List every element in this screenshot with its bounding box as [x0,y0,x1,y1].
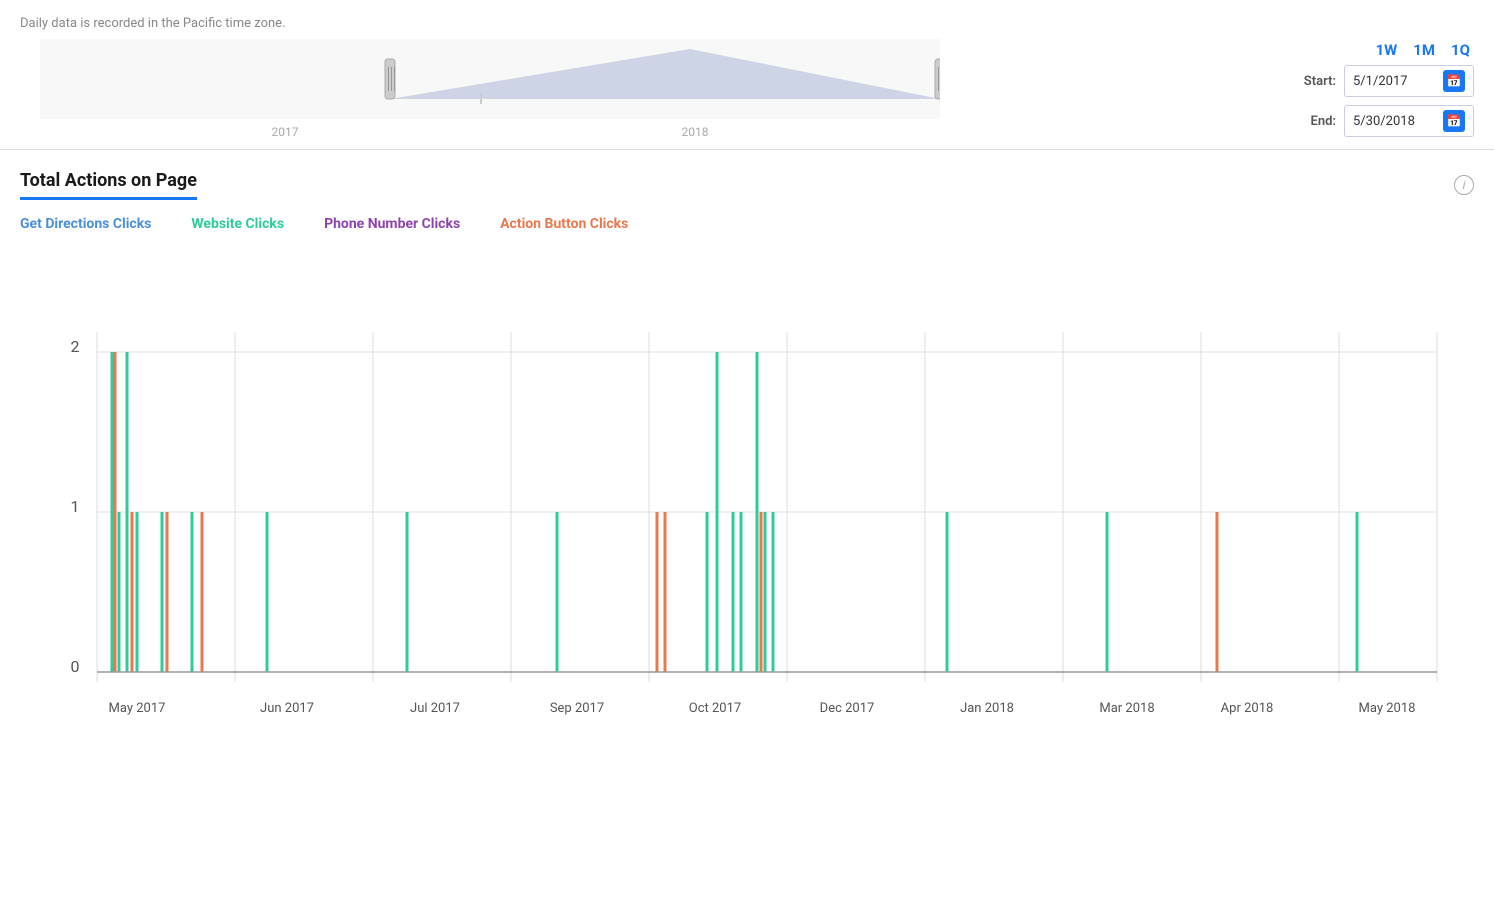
svg-text:Jun 2017: Jun 2017 [260,701,314,716]
legend: Get Directions Clicks Website Clicks Pho… [20,216,1474,232]
start-calendar-icon[interactable]: 📅 [1443,70,1465,92]
svg-text:Mar 2018: Mar 2018 [1099,701,1154,716]
timeline-label-2018: 2018 [682,125,709,139]
timeline-labels: 2017 2018 [40,125,940,139]
end-date-value: 5/30/2018 [1353,114,1437,129]
range-1w[interactable]: 1W [1372,39,1402,61]
svg-text:Jul 2017: Jul 2017 [410,701,460,716]
range-buttons: 1W 1M 1Q [1372,39,1474,61]
svg-text:2: 2 [71,337,80,356]
chart-section: Total Actions on Page i Get Directions C… [0,150,1494,746]
top-section: Daily data is recorded in the Pacific ti… [0,0,1494,150]
timeline-area: 2017 2018 [40,39,940,139]
date-inputs: Start: 5/1/2017 📅 End: 5/30/2018 📅 [1301,65,1474,137]
timeline-label-2017: 2017 [272,125,299,139]
end-calendar-icon[interactable]: 📅 [1443,110,1465,132]
end-label: End: [1301,114,1336,129]
range-1q[interactable]: 1Q [1447,39,1474,61]
legend-get-directions: Get Directions Clicks [20,216,151,232]
main-chart: 0 1 2 [20,252,1474,732]
start-date-row: Start: 5/1/2017 📅 [1301,65,1474,97]
legend-phone: Phone Number Clicks [324,216,460,232]
end-date-input[interactable]: 5/30/2018 📅 [1344,105,1474,137]
svg-text:May 2018: May 2018 [1359,701,1416,716]
controls-row: 2017 2018 1W 1M 1Q Start: 5/1/2017 📅 [20,39,1474,139]
legend-action-button: Action Button Clicks [500,216,628,232]
start-date-value: 5/1/2017 [1353,74,1437,89]
start-label: Start: [1301,74,1336,89]
range-1m[interactable]: 1M [1409,39,1439,61]
svg-text:Sep 2017: Sep 2017 [550,701,604,716]
start-date-input[interactable]: 5/1/2017 📅 [1344,65,1474,97]
svg-text:Oct 2017: Oct 2017 [689,701,741,716]
chart-container: 0 1 2 [20,252,1474,736]
legend-website: Website Clicks [191,216,284,232]
svg-text:1: 1 [71,497,80,516]
svg-text:Jan 2018: Jan 2018 [960,701,1014,716]
svg-text:Apr 2018: Apr 2018 [1221,701,1274,716]
svg-text:May 2017: May 2017 [109,701,166,716]
end-date-row: End: 5/30/2018 📅 [1301,105,1474,137]
svg-text:0: 0 [71,657,80,676]
svg-text:Dec 2017: Dec 2017 [820,701,875,716]
timeline-svg [40,39,940,119]
chart-title: Total Actions on Page [20,170,197,191]
timezone-note: Daily data is recorded in the Pacific ti… [20,16,1474,31]
info-icon[interactable]: i [1454,175,1474,195]
